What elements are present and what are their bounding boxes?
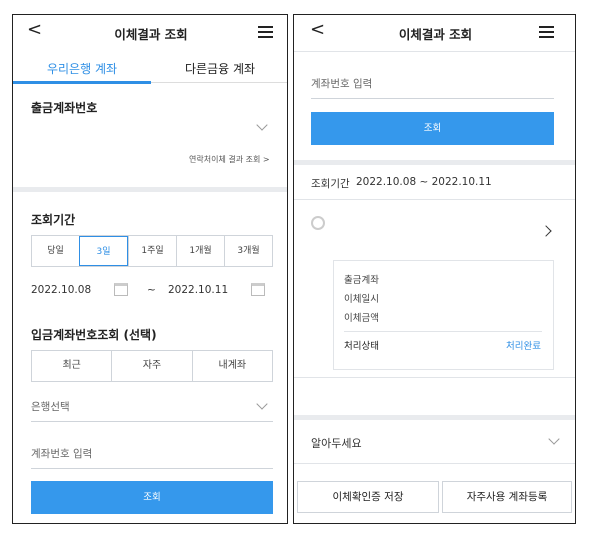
hamburger-menu-icon[interactable]: [539, 26, 554, 38]
notice-label: 알아두세요: [311, 437, 362, 450]
query-button[interactable]: 조회: [311, 112, 554, 145]
save-certificate-button[interactable]: 이체확인증 저장: [297, 481, 439, 513]
chevron-down-icon[interactable]: [256, 119, 268, 131]
withdraw-account-label: 출금계좌: [344, 275, 379, 286]
right-screen: < 이체결과 조회 계좌번호 입력 조회 조회기간 2022.10.08 ~ 2…: [293, 14, 576, 524]
field-underline: [31, 468, 273, 469]
register-frequent-account-button[interactable]: 자주사용 계좌등록: [442, 481, 572, 513]
header-divider: [294, 51, 575, 52]
period-option-3months[interactable]: 3개월: [224, 236, 272, 266]
deposit-account-label: 입금계좌번호조회 (선택): [31, 328, 157, 342]
query-button[interactable]: 조회: [31, 481, 273, 514]
date-to[interactable]: 2022.10.11: [168, 284, 228, 296]
tab-woori-account[interactable]: 우리은행 계좌: [13, 60, 151, 77]
status-value: 처리완료: [506, 341, 541, 352]
date-separator: ~: [147, 284, 156, 296]
transfer-amount-label: 이체금액: [344, 313, 379, 324]
section-divider: [13, 187, 287, 192]
withdraw-account-label: 출금계좌번호: [31, 101, 98, 115]
transfer-datetime-label: 이체일시: [344, 294, 379, 305]
notice-divider: [294, 463, 575, 464]
period-option-1week[interactable]: 1주일: [128, 236, 176, 266]
section-divider: [294, 415, 575, 420]
field-underline: [31, 421, 273, 422]
field-underline: [311, 98, 554, 99]
item-divider: [294, 377, 575, 378]
deposit-selector: 최근 자주 내계좌: [31, 350, 273, 382]
period-divider: [294, 199, 575, 200]
period-label: 조회기간: [311, 178, 350, 190]
deposit-option-my-account[interactable]: 내계좌: [191, 351, 272, 381]
account-number-input[interactable]: 계좌번호 입력: [311, 76, 372, 91]
page-title: 이체결과 조회: [114, 27, 188, 42]
card-divider: [344, 331, 542, 332]
status-label: 처리상태: [344, 341, 379, 352]
period-option-3days[interactable]: 3일: [79, 236, 128, 266]
date-from[interactable]: 2022.10.08: [31, 284, 91, 296]
deposit-option-frequent[interactable]: 자주: [111, 351, 191, 381]
tab-active-indicator: [13, 81, 151, 84]
chevron-down-icon[interactable]: [256, 398, 268, 410]
period-option-1month[interactable]: 1개월: [176, 236, 224, 266]
account-number-input[interactable]: 계좌번호 입력: [31, 446, 92, 461]
period-selector: 당일 3일 1주일 1개월 3개월: [31, 235, 273, 267]
period-label: 조회기간: [31, 213, 76, 227]
radio-button[interactable]: [311, 216, 325, 230]
period-option-today[interactable]: 당일: [32, 236, 79, 266]
tab-other-account[interactable]: 다른금융 계좌: [151, 60, 287, 77]
period-value: 2022.10.08 ~ 2022.10.11: [356, 176, 492, 188]
hamburger-menu-icon[interactable]: [258, 26, 273, 38]
bank-select[interactable]: 은행선택: [31, 399, 70, 414]
section-divider: [294, 160, 575, 165]
page-title: 이체결과 조회: [398, 27, 473, 42]
left-screen: < 이체결과 조회 우리은행 계좌 다른금융 계좌 출금계좌번호 연락처이체 결…: [12, 14, 288, 524]
calendar-icon[interactable]: [251, 283, 265, 296]
chevron-right-icon[interactable]: [540, 225, 552, 237]
chevron-down-icon[interactable]: [548, 433, 560, 445]
deposit-option-recent[interactable]: 최근: [32, 351, 111, 381]
calendar-icon[interactable]: [114, 283, 128, 296]
contact-transfer-link[interactable]: 연락처이체 결과 조회 >: [189, 154, 270, 165]
